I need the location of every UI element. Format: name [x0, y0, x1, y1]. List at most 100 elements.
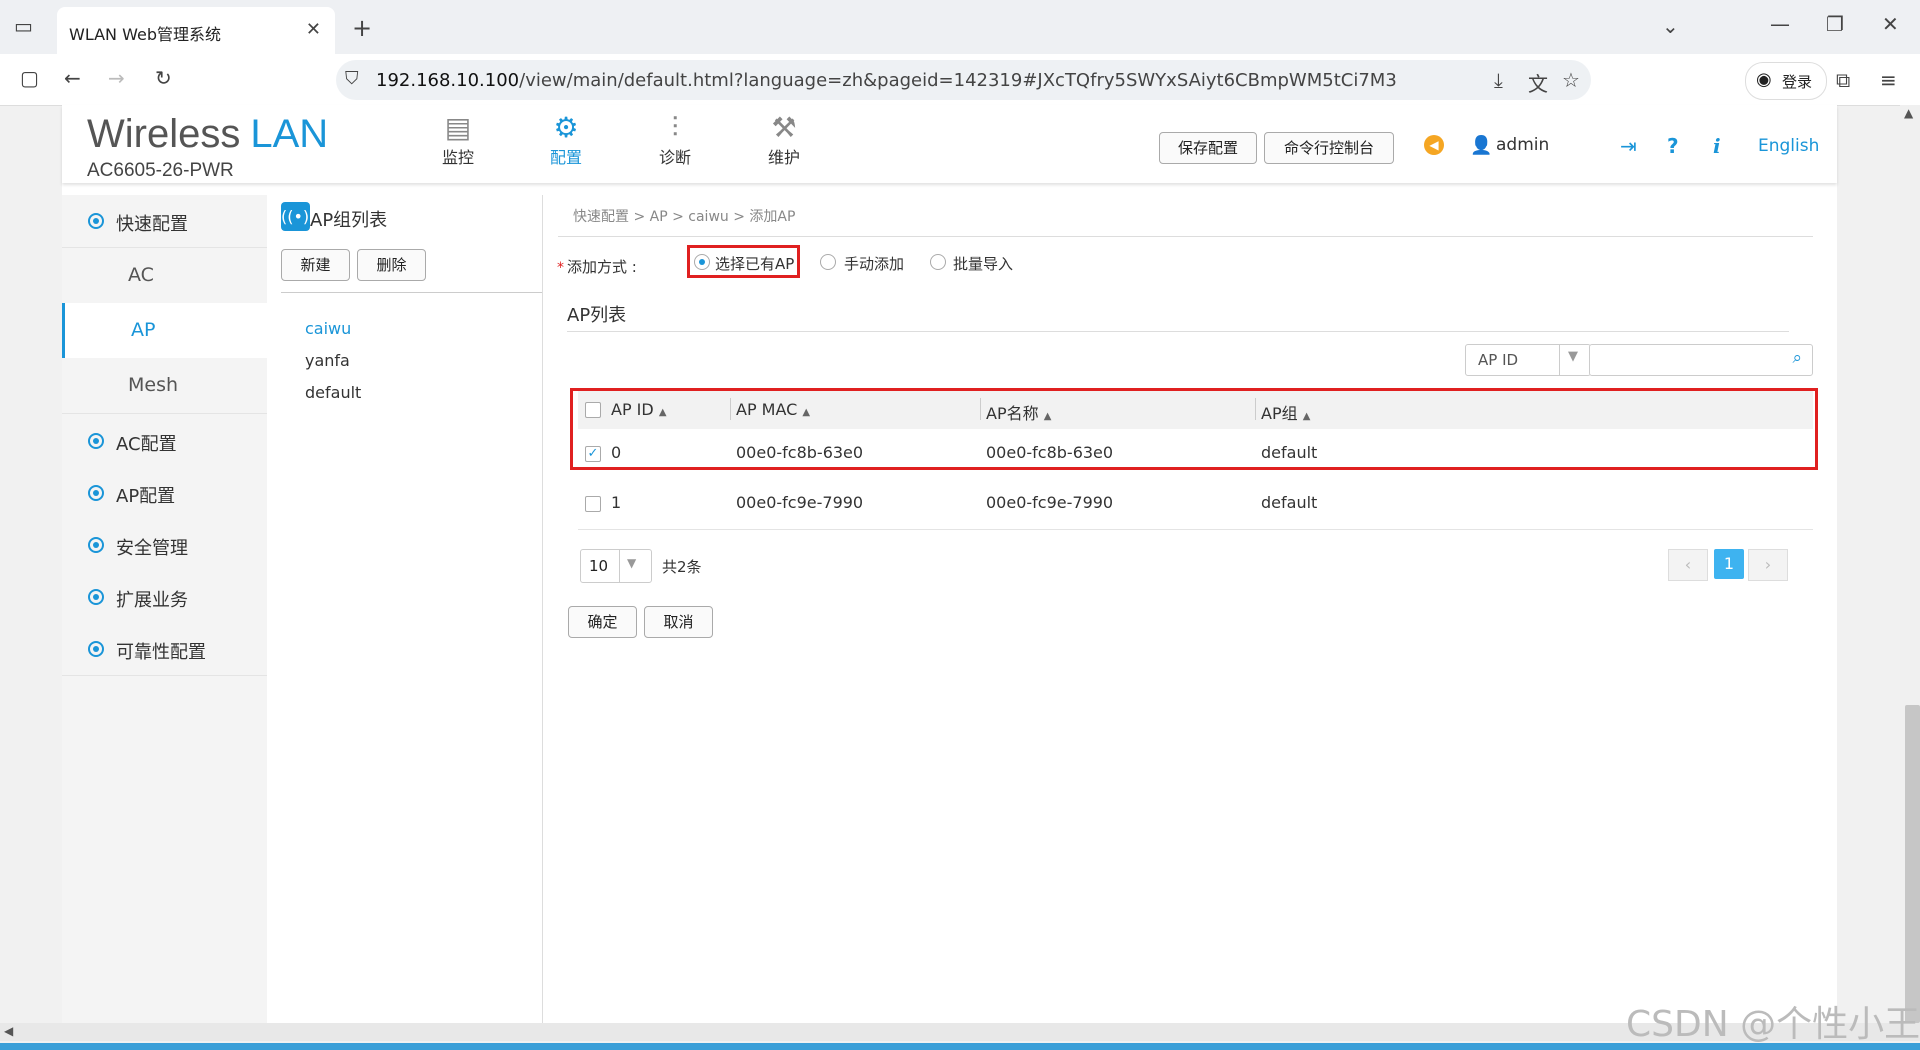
window-close-icon[interactable]: ✕ [1882, 12, 1899, 36]
sidebar-item-extended[interactable]: 扩展业务 [62, 571, 267, 624]
browser-tab[interactable]: WLAN Web管理系统 ✕ [57, 7, 335, 54]
sidebar-item-label: 扩展业务 [116, 590, 188, 611]
sidebar-sub-ap-label: AP [131, 319, 156, 341]
radio-manual-add[interactable] [820, 254, 836, 270]
group-item[interactable]: default [305, 383, 361, 402]
chevron-down-icon: ▼ [627, 556, 637, 570]
radio-batch-import[interactable] [930, 254, 946, 270]
restore-icon[interactable]: ❐ [1826, 12, 1844, 36]
new-tab-icon[interactable]: + [352, 14, 372, 42]
new-group-button[interactable]: 新建 [281, 249, 350, 281]
row-checkbox[interactable] [585, 496, 601, 512]
cell-ap-id: 1 [611, 493, 622, 512]
sidebar-item-security[interactable]: 安全管理 [62, 519, 267, 572]
chevron-down-icon[interactable]: ⌄ [1662, 14, 1679, 38]
expand-icon [88, 537, 104, 553]
table-row[interactable]: 1 00e0-fc9e-7990 00e0-fc9e-7990 default [578, 479, 1813, 530]
group-item[interactable]: caiwu [305, 319, 351, 338]
user-icon: 👤 [1470, 135, 1493, 156]
expand-icon [88, 485, 104, 501]
help-icon[interactable]: ? [1667, 134, 1679, 158]
close-tab-icon[interactable]: ✕ [306, 19, 321, 40]
tab-title: WLAN Web管理系统 [69, 25, 221, 44]
cell-ap-group: default [1261, 493, 1318, 512]
search-input[interactable]: ⌕ [1589, 344, 1813, 376]
sidebar-toggle-icon[interactable]: ▢ [20, 66, 39, 90]
cell-ap-mac: 00e0-fc9e-7990 [736, 493, 864, 512]
next-page-button[interactable]: › [1748, 549, 1788, 581]
save-config-button[interactable]: 保存配置 [1159, 132, 1257, 164]
nav-diagnose-label: 诊断 [658, 148, 691, 167]
forward-icon[interactable]: → [108, 66, 125, 90]
menu-icon[interactable]: ≡ [1880, 68, 1897, 92]
confirm-button[interactable]: 确定 [568, 606, 637, 638]
add-method-label: 添加方式 : [567, 258, 637, 276]
tab-list-icon[interactable]: ▭ [14, 14, 33, 38]
profile-icon: ◉ [1756, 69, 1772, 90]
sidebar-quick-config[interactable]: 快速配置 [62, 195, 267, 248]
login-button[interactable]: ◉ 登录 [1745, 62, 1827, 100]
scrollbar-thumb[interactable] [1905, 705, 1920, 1023]
logout-icon[interactable]: ⇥ [1620, 134, 1637, 158]
sidebar-sub-mesh[interactable]: Mesh [62, 358, 267, 414]
sidebar-item-ac-config[interactable]: AC配置 [62, 415, 267, 468]
reload-icon[interactable]: ↻ [155, 66, 172, 90]
brand-logo: Wireless LAN [87, 112, 329, 156]
username: admin [1496, 135, 1550, 155]
page-size-select[interactable]: 10 ▼ [580, 549, 652, 583]
cli-console-button[interactable]: 命令行控制台 [1264, 132, 1394, 164]
sidebar-item-ap-config[interactable]: AP配置 [62, 467, 267, 520]
highlight-box [687, 245, 800, 278]
scroll-left-icon[interactable]: ◀ [4, 1024, 13, 1038]
watermark: CSDN @个性小王 [1626, 1004, 1920, 1045]
radio-manual-add-label: 手动添加 [844, 255, 905, 273]
cancel-button[interactable]: 取消 [644, 606, 713, 638]
page-number[interactable]: 1 [1714, 549, 1744, 579]
prev-page-button[interactable]: ‹ [1668, 549, 1708, 581]
divider [558, 236, 1813, 237]
monitor-icon: ▤ [444, 111, 472, 144]
login-label: 登录 [1782, 73, 1813, 91]
search-icon[interactable]: ⌕ [1792, 348, 1802, 368]
total-count: 共2条 [662, 558, 702, 576]
nav-maintain[interactable]: ⚒ 维护 [744, 112, 824, 168]
shield-icon[interactable]: ⛉ [345, 68, 359, 89]
maintain-icon: ⚒ [771, 111, 797, 144]
group-item[interactable]: yanfa [305, 351, 350, 370]
divider [567, 331, 1789, 332]
download-icon[interactable]: ⤓ [1494, 68, 1503, 92]
sidebar-quick-config-label: 快速配置 [116, 214, 188, 235]
scroll-up-icon[interactable]: ▲ [1904, 106, 1913, 120]
expand-icon [88, 433, 104, 449]
language-switch[interactable]: English [1758, 136, 1819, 156]
sidebar-sub-ap[interactable]: AP [62, 303, 270, 359]
sidebar-item-reliability[interactable]: 可靠性配置 [62, 623, 267, 676]
cell-ap-name: 00e0-fc9e-7990 [986, 493, 1114, 512]
sidebar-item-label: 安全管理 [116, 538, 188, 559]
info-icon[interactable]: i [1713, 134, 1721, 158]
divider [281, 292, 542, 293]
sidebar-sub-ac-label: AC [128, 264, 154, 286]
breadcrumb: 快速配置 > AP > caiwu > 添加AP [573, 209, 796, 225]
star-icon[interactable]: ☆ [1562, 68, 1580, 92]
nav-config[interactable]: ⚙ 配置 [526, 112, 606, 168]
divider [619, 550, 620, 582]
nav-diagnose[interactable]: ⫶ 诊断 [635, 112, 715, 168]
url-text: 192.168.10.100/view/main/default.html?la… [376, 70, 1397, 91]
nav-maintain-label: 维护 [767, 148, 800, 167]
extensions-icon[interactable]: ⧉ [1836, 68, 1850, 92]
translate-icon[interactable]: 文 [1528, 68, 1548, 97]
minimize-icon[interactable]: — [1770, 12, 1790, 36]
sidebar-item-label: 可靠性配置 [116, 642, 206, 663]
collapse-icon [88, 213, 104, 229]
sidebar-sub-ac[interactable]: AC [62, 248, 267, 304]
search-field-value: AP ID [1478, 351, 1519, 369]
nav-monitor[interactable]: ▤ 监控 [418, 112, 498, 168]
delete-group-button[interactable]: 删除 [357, 249, 426, 281]
back-icon[interactable]: ← [64, 66, 81, 90]
ap-group-title: AP组列表 [310, 210, 388, 231]
nav-config-label: 配置 [549, 148, 582, 167]
alarm-icon[interactable]: ◀ [1424, 135, 1444, 155]
nav-monitor-label: 监控 [441, 148, 474, 167]
search-field-select[interactable]: AP ID ▼ [1465, 344, 1591, 376]
